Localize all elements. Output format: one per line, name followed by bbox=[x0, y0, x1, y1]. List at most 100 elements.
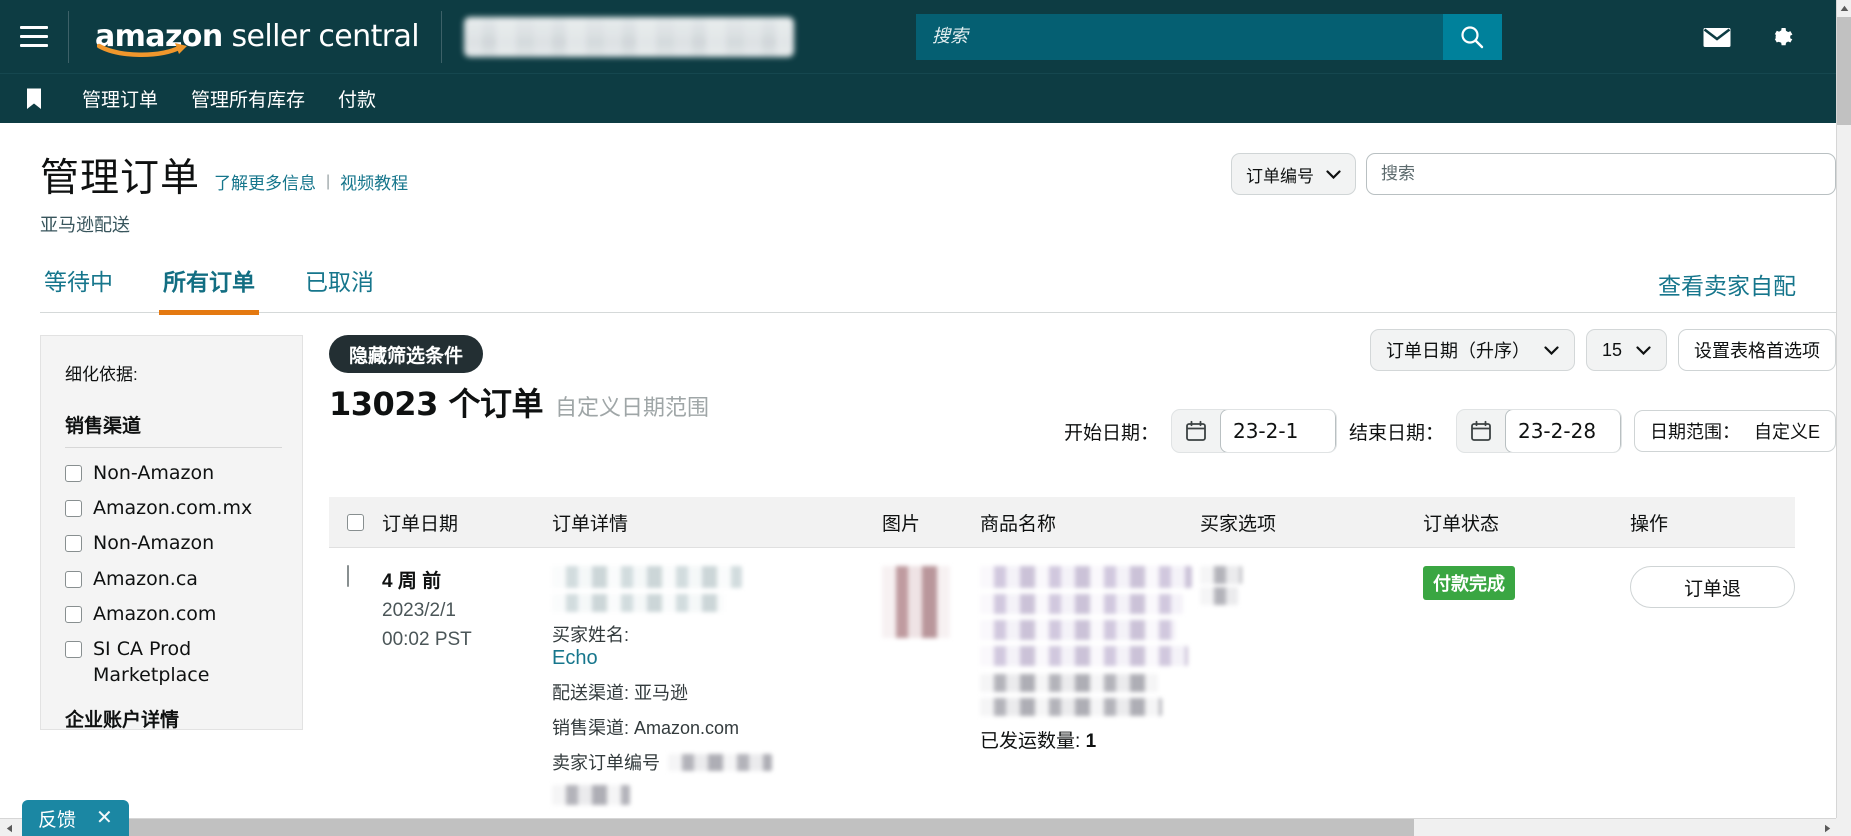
checkbox-icon[interactable] bbox=[65, 465, 82, 482]
checkbox-icon[interactable] bbox=[65, 605, 82, 623]
account-marketplace-selector[interactable] bbox=[463, 16, 794, 57]
filter-label: Amazon.ca bbox=[93, 567, 198, 590]
subnav-item-payments[interactable]: 付款 bbox=[338, 85, 376, 112]
cell-product-image bbox=[882, 566, 980, 638]
checkbox-icon[interactable] bbox=[65, 535, 82, 553]
bookmark-button[interactable] bbox=[0, 87, 68, 111]
end-date-calendar-button[interactable] bbox=[1457, 410, 1505, 452]
filter-option-amazon-ca[interactable]: Amazon.ca bbox=[65, 566, 282, 592]
page-title: 管理订单 bbox=[40, 157, 201, 200]
feedback-tab[interactable]: 反馈 ✕ bbox=[22, 800, 129, 836]
page-size-dropdown[interactable]: 15 bbox=[1585, 329, 1667, 371]
order-number-filter-dropdown[interactable]: 订单编号 bbox=[1231, 153, 1356, 195]
select-all-checkbox-icon[interactable] bbox=[347, 513, 364, 531]
checkbox-icon[interactable] bbox=[65, 500, 82, 518]
order-relative-date: 4 周 前 bbox=[382, 571, 442, 592]
sidebar-divider bbox=[65, 447, 282, 448]
subnav-item-manage-inventory[interactable]: 管理所有库存 bbox=[191, 85, 305, 112]
orders-main: 隐藏筛选条件 13023 个订单 自定义日期范围 订单日期（升序） 15 设置表… bbox=[329, 329, 1836, 805]
order-search-input[interactable] bbox=[1366, 153, 1836, 195]
order-refund-button[interactable]: 订单退 bbox=[1630, 566, 1795, 608]
start-date-label: 开始日期： bbox=[1063, 422, 1159, 444]
product-meta-redacted-2 bbox=[980, 698, 1162, 716]
table-preferences-button[interactable]: 设置表格首选项 bbox=[1678, 329, 1836, 371]
header-divider-2 bbox=[440, 10, 442, 63]
scroll-right-button[interactable] bbox=[1818, 819, 1836, 836]
end-date-input[interactable] bbox=[1504, 410, 1621, 452]
sort-dropdown[interactable]: 订单日期（升序） bbox=[1369, 329, 1575, 371]
video-tutorial-link[interactable]: 视频教程 bbox=[340, 169, 408, 194]
chevron-down-icon bbox=[1636, 345, 1651, 355]
scroll-up-button[interactable] bbox=[1837, 0, 1851, 17]
filter-option-non-amazon-2[interactable]: Non-Amazon bbox=[65, 530, 282, 556]
row-checkbox-icon[interactable] bbox=[347, 565, 349, 587]
link-separator: | bbox=[326, 172, 331, 190]
date-range-preset-dropdown[interactable]: 日期范围： 自定义E bbox=[1633, 410, 1836, 452]
hamburger-menu-icon[interactable] bbox=[0, 0, 68, 73]
bookmark-icon bbox=[27, 88, 41, 109]
filter-option-amazon-com[interactable]: Amazon.com bbox=[65, 601, 282, 627]
horizontal-scroll-thumb[interactable] bbox=[36, 819, 1414, 836]
vertical-scrollbar[interactable] bbox=[1836, 0, 1851, 818]
start-date-input[interactable] bbox=[1219, 410, 1336, 452]
buyer-name-link[interactable]: Echo bbox=[552, 647, 882, 670]
brand-seller-central: seller central bbox=[222, 19, 420, 54]
learn-more-link[interactable]: 了解更多信息 bbox=[214, 169, 316, 194]
search-button[interactable] bbox=[1442, 13, 1502, 60]
product-title-redacted-2 bbox=[980, 594, 1183, 614]
buyer-option-redacted-2 bbox=[1200, 587, 1238, 605]
checkbox-icon[interactable] bbox=[65, 570, 82, 588]
seller-order-id-redacted bbox=[668, 753, 772, 771]
view-merchant-fulfilled-link[interactable]: 查看卖家自配 bbox=[1658, 273, 1796, 299]
column-order-details[interactable]: 订单详情 bbox=[552, 509, 882, 536]
checkbox-icon[interactable] bbox=[65, 641, 82, 659]
date-range-preset-value: 自定义E bbox=[1753, 422, 1820, 442]
close-icon[interactable]: ✕ bbox=[96, 808, 113, 828]
cell-actions: 订单退 bbox=[1630, 566, 1795, 608]
tab-cancelled[interactable]: 已取消 bbox=[301, 263, 378, 315]
product-thumbnail[interactable] bbox=[882, 566, 950, 638]
global-search bbox=[915, 13, 1502, 60]
sales-channel-group-title: 销售渠道 bbox=[65, 416, 142, 437]
chevron-down-icon bbox=[1326, 169, 1341, 179]
table-controls: 订单日期（升序） 15 设置表格首选项 bbox=[1369, 329, 1836, 371]
tab-all-orders[interactable]: 所有订单 bbox=[159, 263, 259, 315]
start-date-calendar-button[interactable] bbox=[1172, 410, 1220, 452]
filter-option-si-ca-prod-marketplace[interactable]: SI CA Prod Marketplace bbox=[65, 636, 282, 688]
hide-filters-button[interactable]: 隐藏筛选条件 bbox=[329, 335, 484, 373]
subnav-item-manage-orders[interactable]: 管理订单 bbox=[82, 85, 158, 112]
filter-option-non-amazon-1[interactable]: Non-Amazon bbox=[65, 460, 282, 486]
search-input[interactable] bbox=[915, 13, 1443, 60]
subnav-items: 管理订单 管理所有库存 付款 bbox=[68, 85, 376, 112]
search-icon bbox=[1461, 25, 1484, 48]
column-buyer-options[interactable]: 买家选项 bbox=[1200, 509, 1423, 536]
settings-button[interactable] bbox=[1764, 20, 1798, 54]
vertical-scroll-thumb[interactable] bbox=[1837, 17, 1851, 125]
column-image[interactable]: 图片 bbox=[882, 509, 980, 536]
filter-label: SI CA Prod Marketplace bbox=[93, 638, 210, 687]
select-all-checkbox-cell[interactable] bbox=[329, 513, 382, 531]
status-badge: 付款完成 bbox=[1423, 566, 1515, 600]
column-product-name[interactable]: 商品名称 bbox=[980, 509, 1200, 536]
column-order-status[interactable]: 订单状态 bbox=[1423, 509, 1630, 536]
column-order-date[interactable]: 订单日期 bbox=[382, 509, 552, 536]
filter-option-amazon-com-mx[interactable]: Amazon.com.mx bbox=[65, 495, 282, 521]
product-title-redacted-4 bbox=[980, 646, 1188, 666]
global-header: amazon seller central bbox=[0, 0, 1836, 73]
page-subtitle: 亚马逊配送 bbox=[40, 215, 130, 235]
cell-order-details: 买家姓名: Echo 配送渠道: 亚马逊 销售渠道: Amazon.com 卖家… bbox=[552, 566, 882, 805]
shipped-quantity-label: 已发运数量: bbox=[980, 731, 1081, 752]
amazon-seller-central-logo[interactable]: amazon seller central bbox=[69, 0, 441, 73]
business-account-group-title: 企业账户详情 bbox=[65, 709, 180, 730]
caret-up-icon bbox=[1840, 5, 1849, 11]
sales-channel: 销售渠道: Amazon.com bbox=[552, 718, 740, 738]
tab-pending[interactable]: 等待中 bbox=[40, 263, 117, 315]
scroll-left-button[interactable] bbox=[0, 819, 18, 836]
header-actions bbox=[1700, 20, 1836, 54]
horizontal-scrollbar[interactable] bbox=[0, 818, 1836, 836]
hamburger-line bbox=[20, 44, 48, 47]
date-range-preset-label: 日期范围： bbox=[1649, 422, 1740, 442]
row-select-checkbox-cell[interactable] bbox=[329, 565, 382, 587]
column-actions[interactable]: 操作 bbox=[1630, 509, 1790, 536]
messages-button[interactable] bbox=[1700, 20, 1734, 54]
